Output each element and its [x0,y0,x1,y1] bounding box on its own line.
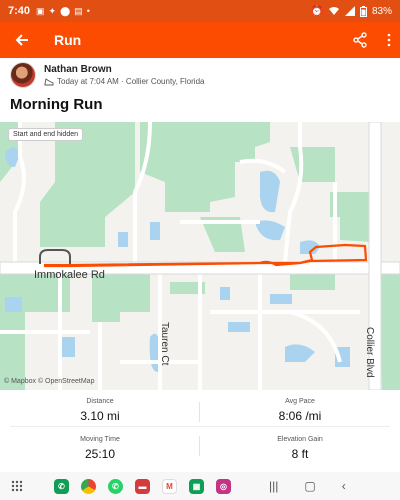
stats-panel: Distance 3.10 mi Avg Pace 8:06 /mi Movin… [0,392,400,468]
water-area [220,287,230,300]
stat-value: 25:10 [84,447,116,461]
park-area [92,274,150,322]
activity-title: Morning Run [10,96,103,113]
start-end-hidden-badge: Start and end hidden [8,128,83,141]
back-arrow-icon [15,34,28,46]
app-drawer-icon[interactable] [10,479,24,493]
stat-label: Distance [86,398,114,405]
notification-icon: ▤ [74,5,83,16]
alarm-icon: ⏰ [310,5,323,17]
wifi-icon [328,7,339,15]
back-nav-button[interactable]: ‹ [342,479,346,493]
back-button[interactable] [8,26,36,54]
park-area [380,272,400,390]
more-options-icon[interactable] [386,32,392,48]
notification-icon: • [86,5,90,16]
map-attribution[interactable]: © Mapbox © OpenStreetMap [4,378,94,385]
water-area [5,297,22,312]
athlete-header: Nathan Brown Today at 7:04 AM · Collier … [0,58,400,92]
system-nav-bar: ✆ ✆ ▬ M ▦ ◎ ||| ▢ ‹ [0,472,400,500]
stat-avg-pace: Avg Pace 8:06 /mi [200,398,400,423]
chrome-icon[interactable] [81,478,96,494]
water-area [285,344,315,362]
road-label-immokalee: Immokalee Rd [34,269,105,281]
water-area [228,322,250,332]
water-area [118,232,128,247]
gmail-icon[interactable]: M [162,478,177,494]
water-area [260,170,280,213]
stat-value: 8 ft [291,447,309,461]
messages-icon[interactable]: ▬ [135,478,150,494]
stats-row-divider [10,426,390,427]
phone-icon[interactable]: ✆ [54,478,69,494]
activity-meta: Today at 7:04 AM · Collier County, Flori… [44,77,204,86]
route-map[interactable]: Immokalee Rd Tauren Ct Collier Blvd Star… [0,122,400,390]
park-area [290,147,335,182]
system-icons: ⏰ 83% [310,5,392,17]
stat-value: 3.10 mi [80,409,120,423]
battery-level: 83% [371,5,392,17]
status-bar: 7:40 ▣ ✦ ⬤ ▤ • ⏰ 83% [0,0,400,22]
notification-icon: ▣ [36,5,45,16]
water-area [150,222,160,240]
road-label-tauren: Tauren Ct [159,322,170,366]
instagram-icon[interactable]: ◎ [216,478,231,494]
avatar[interactable] [10,62,36,88]
sheets-icon[interactable]: ▦ [189,478,204,494]
location-icon: ⬤ [60,5,71,16]
notification-icons: ▣ ✦ ⬤ ▤ • [36,6,90,17]
activity-date-location: Today at 7:04 AM · Collier County, Flori… [57,77,205,86]
stat-moving-time: Moving Time 25:10 [0,436,200,461]
stat-label: Avg Pace [285,398,315,405]
battery-icon [359,5,367,17]
shoe-icon [44,77,54,85]
water-area [270,294,292,304]
athlete-name[interactable]: Nathan Brown [44,64,204,75]
stat-elevation-gain: Elevation Gain 8 ft [200,436,400,461]
stat-label: Elevation Gain [277,436,323,443]
whatsapp-icon[interactable]: ✆ [108,478,123,494]
stat-label: Moving Time [80,436,120,443]
park-area [140,122,270,212]
water-area [60,337,75,357]
home-button[interactable]: ▢ [304,479,315,493]
page-title: Run [54,32,82,48]
app-bar: Run [0,22,400,58]
road-label-collier: Collier Blvd [364,327,375,378]
map-canvas: Immokalee Rd Tauren Ct Collier Blvd [0,122,400,390]
recents-button[interactable]: ||| [269,479,278,493]
share-icon[interactable] [352,32,368,48]
notification-icon: ✦ [48,5,57,16]
park-area [290,272,335,290]
stat-distance: Distance 3.10 mi [0,398,200,423]
status-time: 7:40 [8,5,31,17]
signal-icon [344,6,355,16]
stat-value: 8:06 /mi [278,409,322,423]
athlete-info: Nathan Brown Today at 7:04 AM · Collier … [44,64,204,86]
